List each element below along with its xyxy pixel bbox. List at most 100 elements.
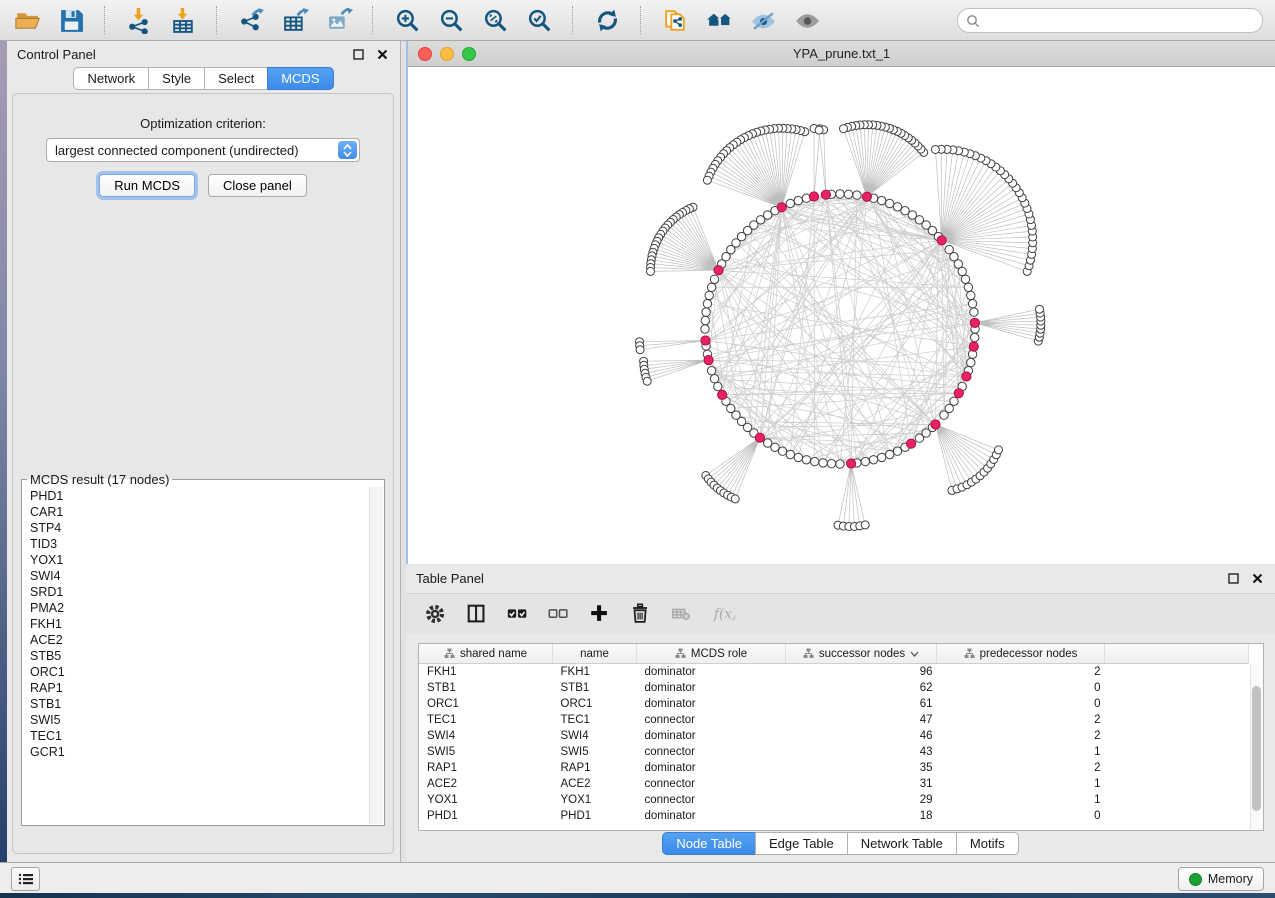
table-cell-filler [1105,696,1249,712]
table-cell: 43 [786,744,937,760]
import-network-button[interactable] [124,5,154,35]
gear-button[interactable] [423,601,449,627]
table-row[interactable]: STB1STB1dominator620 [419,680,1249,696]
zoom-fit-button[interactable] [480,5,510,35]
table-row[interactable]: ORC1ORC1dominator610 [419,696,1249,712]
tab-node-table[interactable]: Node Table [662,832,756,855]
tab-network[interactable]: Network [73,67,149,90]
column-header-MCDS-role[interactable]: MCDS role [637,644,786,664]
column-header-shared-name[interactable]: shared name [419,644,553,664]
import-table-icon [170,7,197,34]
mcds-result-item[interactable]: SRD1 [30,584,370,600]
table-cell: dominator [637,728,786,744]
table-scrollbar[interactable] [1250,664,1263,830]
close-table-panel-icon[interactable] [1249,570,1265,586]
task-history-button[interactable] [11,867,40,891]
tab-style[interactable]: Style [148,67,205,90]
close-panel-button[interactable]: Close panel [208,174,307,197]
table-row[interactable]: PHD1PHD1dominator180 [419,808,1249,824]
mcds-result-item[interactable]: FKH1 [30,616,370,632]
deselect-all-button[interactable] [546,601,572,627]
tab-mcds[interactable]: MCDS [267,67,333,90]
run-mcds-button[interactable]: Run MCDS [99,174,195,197]
trash-button[interactable] [628,601,654,627]
table-cell: ACE2 [419,776,553,792]
table-cell: connector [637,744,786,760]
mcds-result-item[interactable]: YOX1 [30,552,370,568]
table-cell: ORC1 [419,696,553,712]
status-bar: Memory [0,862,1275,893]
search-icon [966,14,980,28]
tab-motifs[interactable]: Motifs [956,832,1019,855]
network-window-title: YPA_prune.txt_1 [408,46,1275,61]
table-row[interactable]: SWI5SWI5connector431 [419,744,1249,760]
table-cell: dominator [637,808,786,824]
column-header-predecessor-nodes[interactable]: predecessor nodes [937,644,1105,664]
mcds-result-item[interactable]: GCR1 [30,744,370,760]
save-button[interactable] [56,5,86,35]
task-list-icon [18,873,34,885]
search-input[interactable] [986,13,1254,29]
toolbar-separator [216,6,218,34]
mcds-result-list[interactable]: PHD1CAR1STP4TID3YOX1SWI4SRD1PMA2FKH1ACE2… [23,487,370,824]
mcds-result-item[interactable]: CAR1 [30,504,370,520]
open-folder-button[interactable] [12,5,42,35]
import-table-button[interactable] [168,5,198,35]
refresh-button[interactable] [592,5,622,35]
select-all-button[interactable] [505,601,531,627]
zoom-in-button[interactable] [392,5,422,35]
mcds-result-item[interactable]: TEC1 [30,728,370,744]
table-tabs: Node TableEdge TableNetwork TableMotifs [406,832,1275,855]
table-row[interactable]: FKH1FKH1dominator962 [419,664,1249,681]
hide-selected-button[interactable] [748,5,778,35]
column-header-successor-nodes[interactable]: successor nodes [786,644,937,664]
mcds-result-item[interactable]: RAP1 [30,680,370,696]
export-image-button[interactable] [324,5,354,35]
show-all-button[interactable] [792,5,822,35]
table-row[interactable]: YOX1YOX1connector291 [419,792,1249,808]
columns-icon [465,602,489,626]
mcds-result-item[interactable]: ORC1 [30,664,370,680]
memory-button[interactable]: Memory [1178,867,1264,891]
zoom-selected-button[interactable] [524,5,554,35]
table-scrollbar-thumb[interactable] [1252,686,1261,811]
network-canvas[interactable] [408,67,1275,563]
table-row[interactable]: SWI4SWI4dominator462 [419,728,1249,744]
table-cell: connector [637,776,786,792]
mcds-result-item[interactable]: STP4 [30,520,370,536]
table-cell: ACE2 [553,776,637,792]
float-panel-icon[interactable] [350,46,366,62]
mcds-result-group: MCDS result (17 nodes) PHD1CAR1STP4TID3Y… [21,472,385,826]
mcds-result-item[interactable]: ACE2 [30,632,370,648]
columns-button[interactable] [464,601,490,627]
table-row[interactable]: TEC1TEC1connector472 [419,712,1249,728]
export-table-button[interactable] [280,5,310,35]
tab-edge-table[interactable]: Edge Table [755,832,848,855]
export-network-button[interactable] [236,5,266,35]
mcds-result-item[interactable]: SWI5 [30,712,370,728]
duplicate-network-button[interactable] [660,5,690,35]
column-header-name[interactable]: name [553,644,637,664]
mcds-result-item[interactable]: STB5 [30,648,370,664]
float-table-panel-icon[interactable] [1225,570,1241,586]
criterion-select[interactable]: largest connected component (undirected) [46,138,360,162]
tab-select[interactable]: Select [204,67,268,90]
mcds-result-item[interactable]: SWI4 [30,568,370,584]
add-button[interactable] [587,601,613,627]
table-row[interactable]: RAP1RAP1dominator352 [419,760,1249,776]
table-cell: 18 [786,808,937,824]
mcds-result-item[interactable]: STB1 [30,696,370,712]
mcds-result-item[interactable]: PMA2 [30,600,370,616]
table-cell: 0 [937,680,1105,696]
mcds-result-item[interactable]: TID3 [30,536,370,552]
table-cell: ORC1 [553,696,637,712]
mcds-list-scrollbar[interactable] [369,487,383,824]
table-cell: 0 [937,808,1105,824]
tab-network-table[interactable]: Network Table [847,832,957,855]
mcds-result-item[interactable]: PHD1 [30,488,370,504]
first-neighbors-button[interactable] [704,5,734,35]
table-cell: 2 [937,664,1105,681]
close-panel-icon[interactable] [374,46,390,62]
zoom-out-button[interactable] [436,5,466,35]
table-row[interactable]: ACE2ACE2connector311 [419,776,1249,792]
